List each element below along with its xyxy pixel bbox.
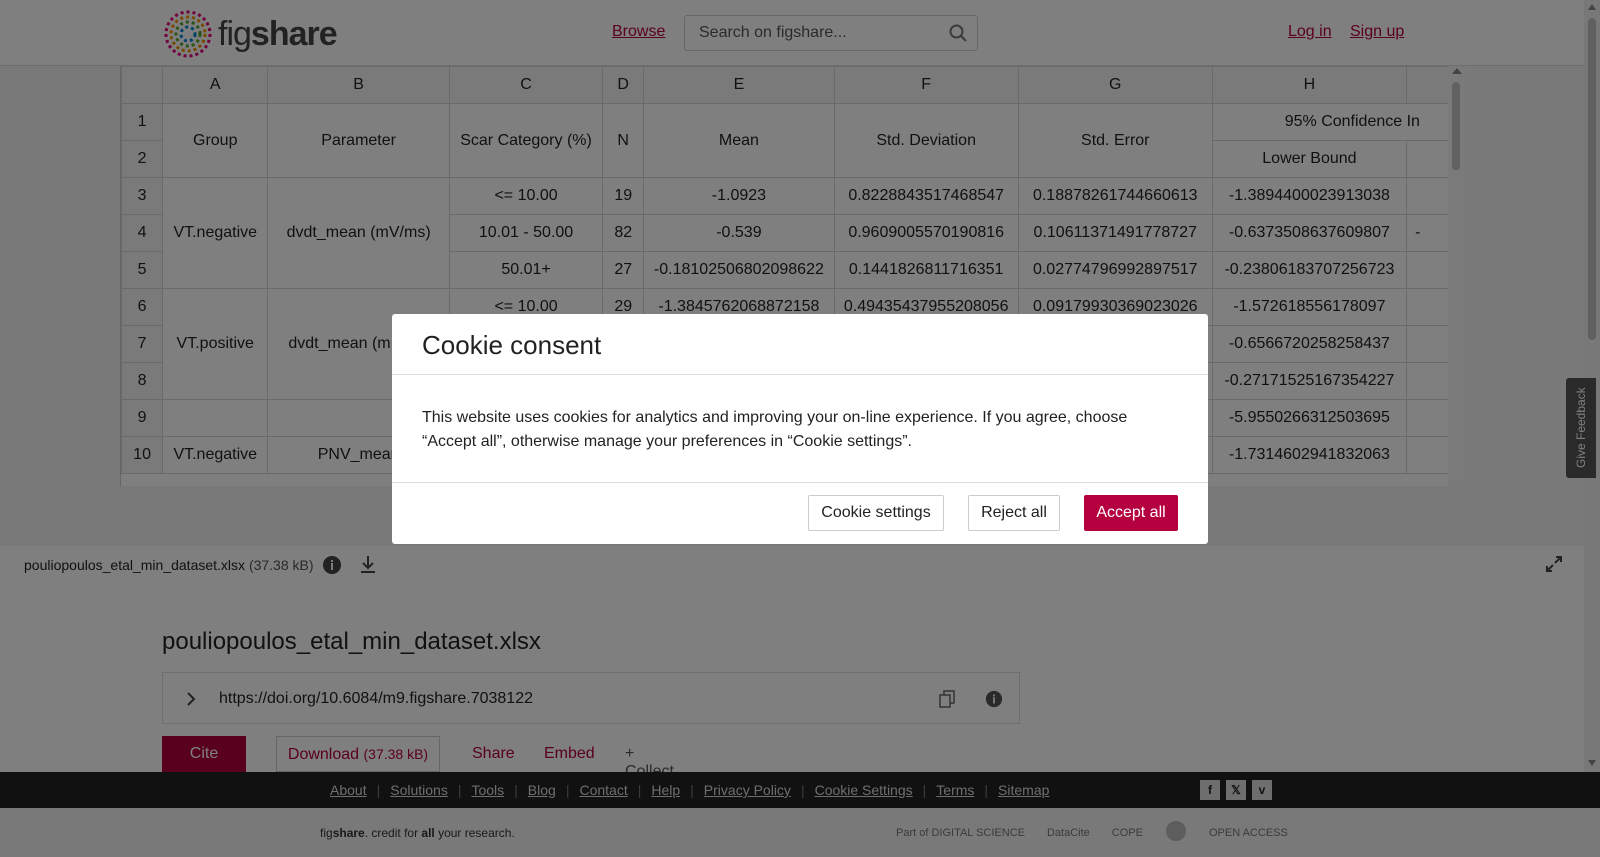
dialog-body: This website uses cookies for analytics … xyxy=(422,409,1128,450)
dialog-header: Cookie consent xyxy=(392,314,1208,375)
cookie-settings-button[interactable]: Cookie settings xyxy=(808,495,944,531)
accept-all-button[interactable]: Accept all xyxy=(1084,495,1178,531)
reject-all-button[interactable]: Reject all xyxy=(968,495,1060,531)
dialog-title: Cookie consent xyxy=(422,330,602,360)
dialog-footer: Cookie settings Reject all Accept all xyxy=(392,482,1208,544)
cookie-consent-dialog: Cookie consent This website uses cookies… xyxy=(392,314,1208,544)
